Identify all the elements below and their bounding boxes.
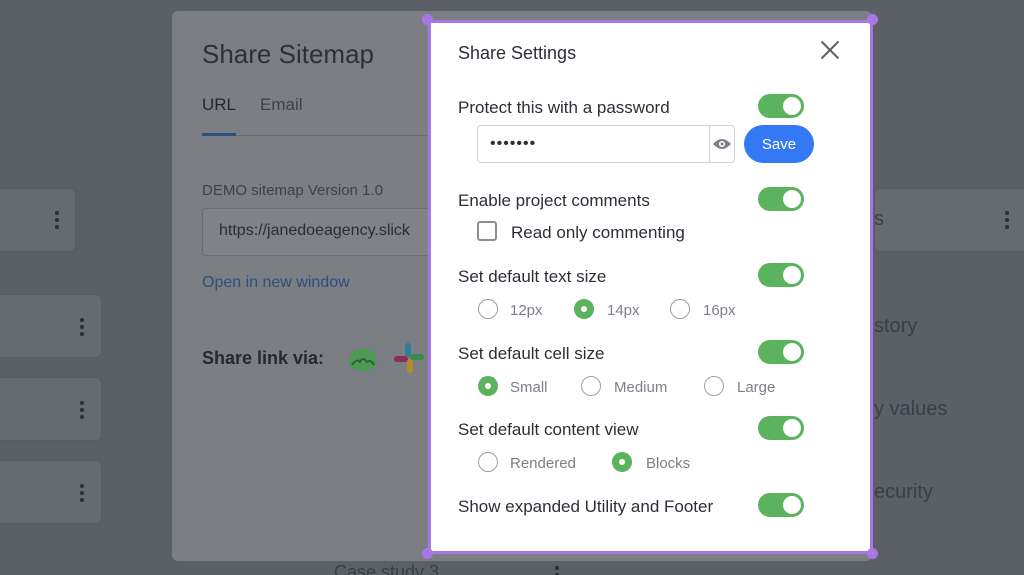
radio-cell-size-small[interactable] xyxy=(478,376,498,396)
cell-size-label: Set default cell size xyxy=(458,344,605,363)
radio-cell-size-medium[interactable] xyxy=(581,376,601,396)
selection-handle[interactable] xyxy=(422,548,433,559)
more-icon[interactable] xyxy=(80,318,84,336)
close-icon[interactable] xyxy=(819,39,841,61)
background-item: s xyxy=(874,208,884,230)
slack-icon[interactable] xyxy=(392,341,426,375)
content-view-toggle[interactable] xyxy=(758,416,804,440)
version-label: DEMO sitemap Version 1.0 xyxy=(202,182,383,199)
background-card xyxy=(0,294,102,358)
more-icon[interactable] xyxy=(1005,211,1009,229)
password-field xyxy=(477,125,735,163)
active-tab-indicator xyxy=(202,133,236,136)
password-label: Protect this with a password xyxy=(458,98,670,117)
radio-label: Large xyxy=(737,379,776,396)
selection-handle[interactable] xyxy=(422,14,433,25)
show-password-button[interactable] xyxy=(709,126,734,162)
eye-icon xyxy=(713,139,731,149)
more-icon[interactable] xyxy=(555,566,559,575)
share-settings-panel: Share Settings Protect this with a passw… xyxy=(428,20,873,554)
text-size-toggle[interactable] xyxy=(758,263,804,287)
more-icon[interactable] xyxy=(80,484,84,502)
radio-label: Medium xyxy=(614,379,668,396)
background-item: Case study 3 xyxy=(334,562,440,575)
more-icon[interactable] xyxy=(55,211,59,229)
tabs-divider xyxy=(202,135,432,136)
comments-label: Enable project comments xyxy=(458,191,650,210)
background-item: story xyxy=(874,315,918,337)
read-only-label: Read only commenting xyxy=(511,223,685,242)
background-card xyxy=(0,188,76,252)
radio-content-view-blocks[interactable] xyxy=(612,452,632,472)
radio-text-size-14px[interactable] xyxy=(574,299,594,319)
selection-handle[interactable] xyxy=(867,14,878,25)
cell-size-toggle[interactable] xyxy=(758,340,804,364)
dialog-title: Share Sitemap xyxy=(202,39,374,69)
radio-label: Blocks xyxy=(646,455,691,472)
save-button[interactable]: Save xyxy=(744,125,814,163)
radio-label: 14px xyxy=(607,302,640,319)
selection-handle[interactable] xyxy=(867,548,878,559)
radio-label: 16px xyxy=(703,302,736,319)
expanded-label: Show expanded Utility and Footer xyxy=(458,497,714,516)
tab-url[interactable]: URL xyxy=(202,95,236,115)
more-icon[interactable] xyxy=(80,401,84,419)
radio-text-size-12px[interactable] xyxy=(478,299,498,319)
radio-content-view-rendered[interactable] xyxy=(478,452,498,472)
radio-label: 12px xyxy=(510,302,543,319)
radio-label: Rendered xyxy=(510,455,576,472)
content-view-label: Set default content view xyxy=(458,420,639,439)
radio-label: Small xyxy=(510,379,548,396)
background-card xyxy=(0,377,102,441)
background-card xyxy=(0,460,102,524)
tab-email[interactable]: Email xyxy=(260,95,303,115)
share-url-field[interactable]: https://janedoeagency.slick xyxy=(202,208,442,256)
text-size-label: Set default text size xyxy=(458,267,607,286)
read-only-checkbox[interactable] xyxy=(477,221,497,241)
settings-title: Share Settings xyxy=(458,43,577,63)
share-via-label: Share link via: xyxy=(202,348,325,368)
expanded-toggle[interactable] xyxy=(758,493,804,517)
background-item: ecurity xyxy=(874,481,933,503)
password-input[interactable] xyxy=(478,126,709,162)
background-item: y values xyxy=(874,398,948,420)
password-toggle[interactable] xyxy=(758,94,804,118)
comments-toggle[interactable] xyxy=(758,187,804,211)
radio-cell-size-large[interactable] xyxy=(704,376,724,396)
background-card xyxy=(874,188,1024,252)
open-in-new-window-link[interactable]: Open in new window xyxy=(202,274,350,292)
radio-text-size-16px[interactable] xyxy=(670,299,690,319)
basecamp-icon[interactable] xyxy=(346,341,380,375)
